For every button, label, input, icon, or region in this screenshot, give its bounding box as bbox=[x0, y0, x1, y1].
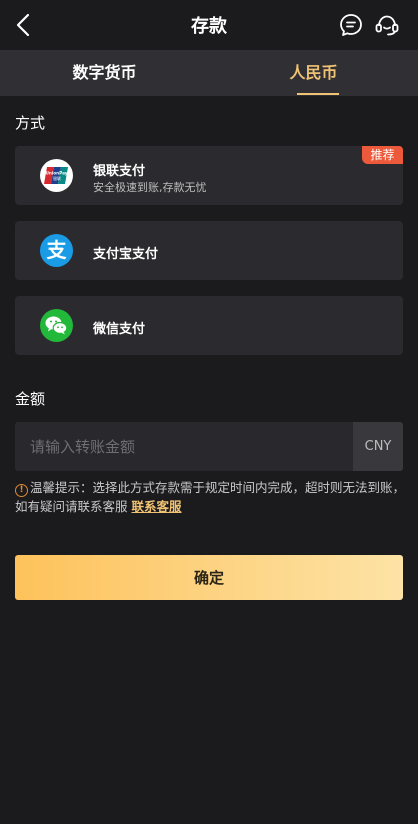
wechat-icon bbox=[40, 309, 73, 342]
contact-service-link[interactable]: 联系客服 bbox=[132, 499, 182, 514]
method-title: 银联支付 bbox=[93, 164, 146, 179]
svg-text:UnionPay: UnionPay bbox=[45, 171, 67, 176]
headset-icon[interactable] bbox=[374, 12, 400, 38]
method-unionpay[interactable]: UnionPay 银联 银联支付 安全极速到账,存款无忧 推荐 bbox=[15, 146, 403, 205]
method-subtitle: 安全极速到账,存款无忧 bbox=[93, 181, 207, 194]
warm-tip: ! 温馨提示：选择此方式存款需于规定时间内完成，超时则无法到账，如有疑问请联系客服… bbox=[15, 478, 407, 516]
recommend-badge: 推荐 bbox=[362, 146, 403, 164]
method-wechat[interactable]: 微信支付 bbox=[15, 296, 403, 355]
header-bar: 存款 bbox=[0, 0, 418, 50]
warning-icon: ! bbox=[15, 484, 28, 497]
unionpay-icon: UnionPay 银联 bbox=[40, 159, 73, 192]
alipay-icon: 支 bbox=[40, 234, 73, 267]
chat-bubble-icon[interactable] bbox=[338, 12, 364, 38]
method-title: 支付宝支付 bbox=[93, 247, 159, 262]
tip-text: 温馨提示：选择此方式存款需于规定时间内完成，超时则无法到账，如有疑问请联系客服 bbox=[15, 480, 406, 514]
tab-rmb[interactable]: 人民币 bbox=[209, 50, 418, 96]
svg-text:银联: 银联 bbox=[53, 175, 61, 181]
method-section-label: 方式 bbox=[15, 114, 46, 132]
svg-text:支: 支 bbox=[47, 238, 68, 262]
amount-input[interactable] bbox=[15, 422, 353, 471]
method-alipay[interactable]: 支 支付宝支付 bbox=[15, 221, 403, 280]
currency-tabs: 数字货币 人民币 bbox=[0, 50, 418, 96]
amount-row: CNY bbox=[15, 422, 403, 471]
method-title: 微信支付 bbox=[93, 322, 146, 337]
tab-digital-currency[interactable]: 数字货币 bbox=[0, 50, 209, 96]
active-tab-indicator bbox=[297, 93, 339, 95]
currency-label: CNY bbox=[353, 422, 403, 471]
amount-section-label: 金额 bbox=[15, 390, 46, 408]
confirm-button[interactable]: 确定 bbox=[15, 555, 403, 600]
